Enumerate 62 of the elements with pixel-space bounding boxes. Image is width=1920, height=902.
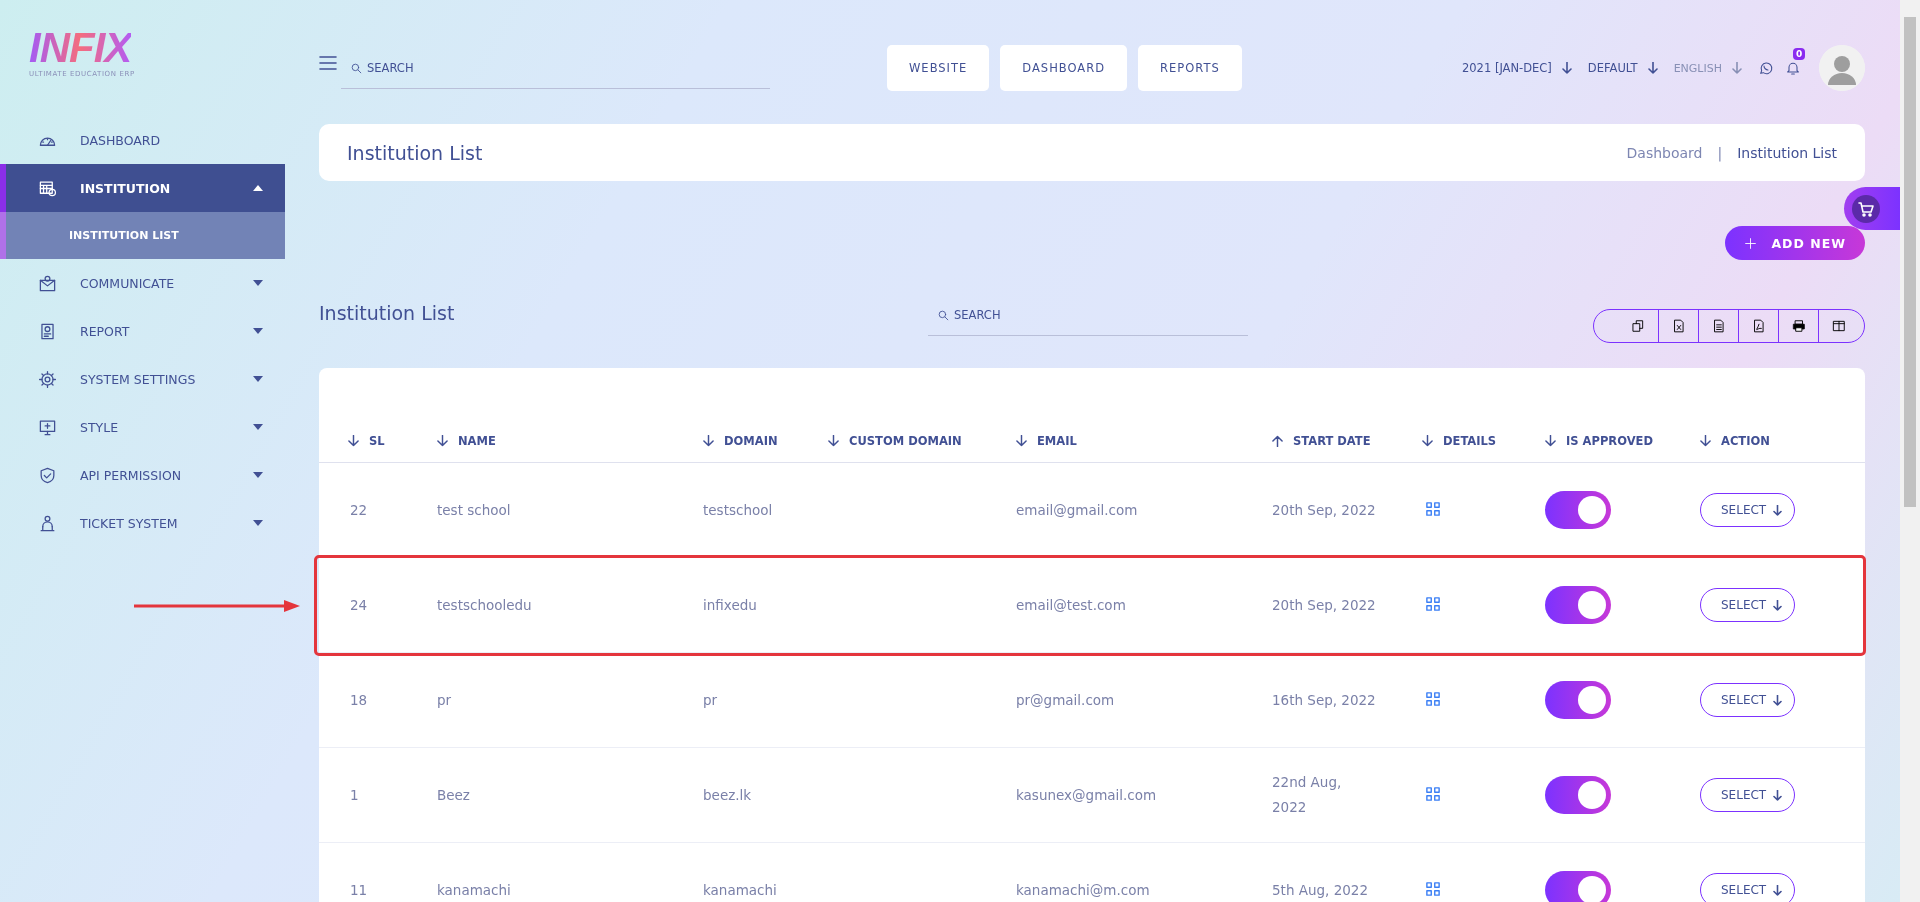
table-cell-text: 24 [349,595,369,615]
nav-button[interactable]: REPORTS [1138,45,1242,91]
table-cell-text: infixedu [703,595,758,615]
add-new-button[interactable]: ADD NEW [1725,226,1865,260]
notification-badge: 0 [1793,48,1806,60]
sidebar-item[interactable]: INSTITUTION [0,164,285,212]
table-cell-text: beez.lk [703,785,753,805]
select-button[interactable]: SELECT [1700,873,1796,902]
dropdown[interactable]: 2021 [JAN-DEC] [1461,61,1572,75]
table-cell-text: testschooledu [437,595,533,615]
select-button[interactable]: SELECT [1700,493,1796,527]
sidebar-item[interactable]: DASHBOARD [0,116,285,164]
column-header[interactable]: SL [319,434,437,462]
column-header[interactable]: ACTION [1700,434,1865,462]
sidebar-item[interactable]: REPORT [0,307,285,355]
sidebar-item[interactable]: TICKET SYSTEM [0,499,285,547]
table-cell-text: testschool [703,500,774,520]
search-field[interactable]: SEARCH [341,47,770,89]
page-title: Institution List [347,141,484,164]
table-cell-text: 18 [349,690,369,710]
table-cell-text: kanamachi [703,880,778,900]
breadcrumb-link[interactable]: Institution List [1737,144,1837,161]
table-cell-text: email@gmail.com [1016,500,1139,520]
column-header[interactable]: CUSTOM DOMAIN [828,434,1016,462]
table-cell-text: kasunex@gmail.com [1016,785,1158,805]
sidebar-item[interactable]: COMMUNICATE [0,259,285,307]
column-header[interactable]: DETAILS [1422,434,1545,462]
select-button[interactable]: SELECT [1700,778,1796,812]
column-header[interactable]: EMAIL [1016,434,1272,462]
table-cell-text: pr [437,690,453,710]
table-cell-text: pr@gmail.com [1016,690,1116,710]
select-button[interactable]: SELECT [1700,683,1796,717]
table-cell-text: pr [703,690,719,710]
table-cell-text: 22nd Aug, 2022 [1272,773,1343,817]
select-button[interactable]: SELECT [1700,588,1796,622]
sidebar-subitem[interactable]: INSTITUTION LIST [0,212,285,259]
table-cell-text: 20th Sep, 2022 [1272,595,1377,615]
column-header[interactable]: DOMAIN [703,434,828,462]
nav-button[interactable]: DASHBOARD [1000,45,1128,91]
column-header[interactable]: IS APPROVED [1545,434,1700,462]
table-cell-text: 20th Sep, 2022 [1272,500,1377,520]
table-cell-text: 16th Sep, 2022 [1272,690,1377,710]
column-header[interactable]: START DATE [1272,434,1422,462]
column-header[interactable]: NAME [437,434,703,462]
dropdown[interactable]: DEFAULT [1587,61,1658,75]
table-cell-text: 5th Aug, 2022 [1272,880,1370,900]
table-cell-text: 1 [349,785,360,805]
table-cell-text: kanamachi@m.com [1016,880,1151,900]
table-cell-text: kanamachi [437,880,512,900]
table-cell-text: test school [437,500,512,520]
sidebar-item[interactable]: STYLE [0,403,285,451]
table-cell-text: 11 [349,880,369,900]
table-cell-text: 22 [349,500,369,520]
sidebar-item[interactable]: SYSTEM SETTINGS [0,355,285,403]
sidebar-item[interactable]: API PERMISSION [0,451,285,499]
table-cell-text: email@test.com [1016,595,1127,615]
nav-button[interactable]: WEBSITE [887,45,990,91]
breadcrumb-link[interactable]: Dashboard [1626,144,1703,161]
table-cell-text: Beez [437,785,471,805]
section-title: Institution List [319,302,456,324]
search-field[interactable]: SEARCH [928,295,1248,336]
breadcrumb-separator: | [1717,144,1723,161]
